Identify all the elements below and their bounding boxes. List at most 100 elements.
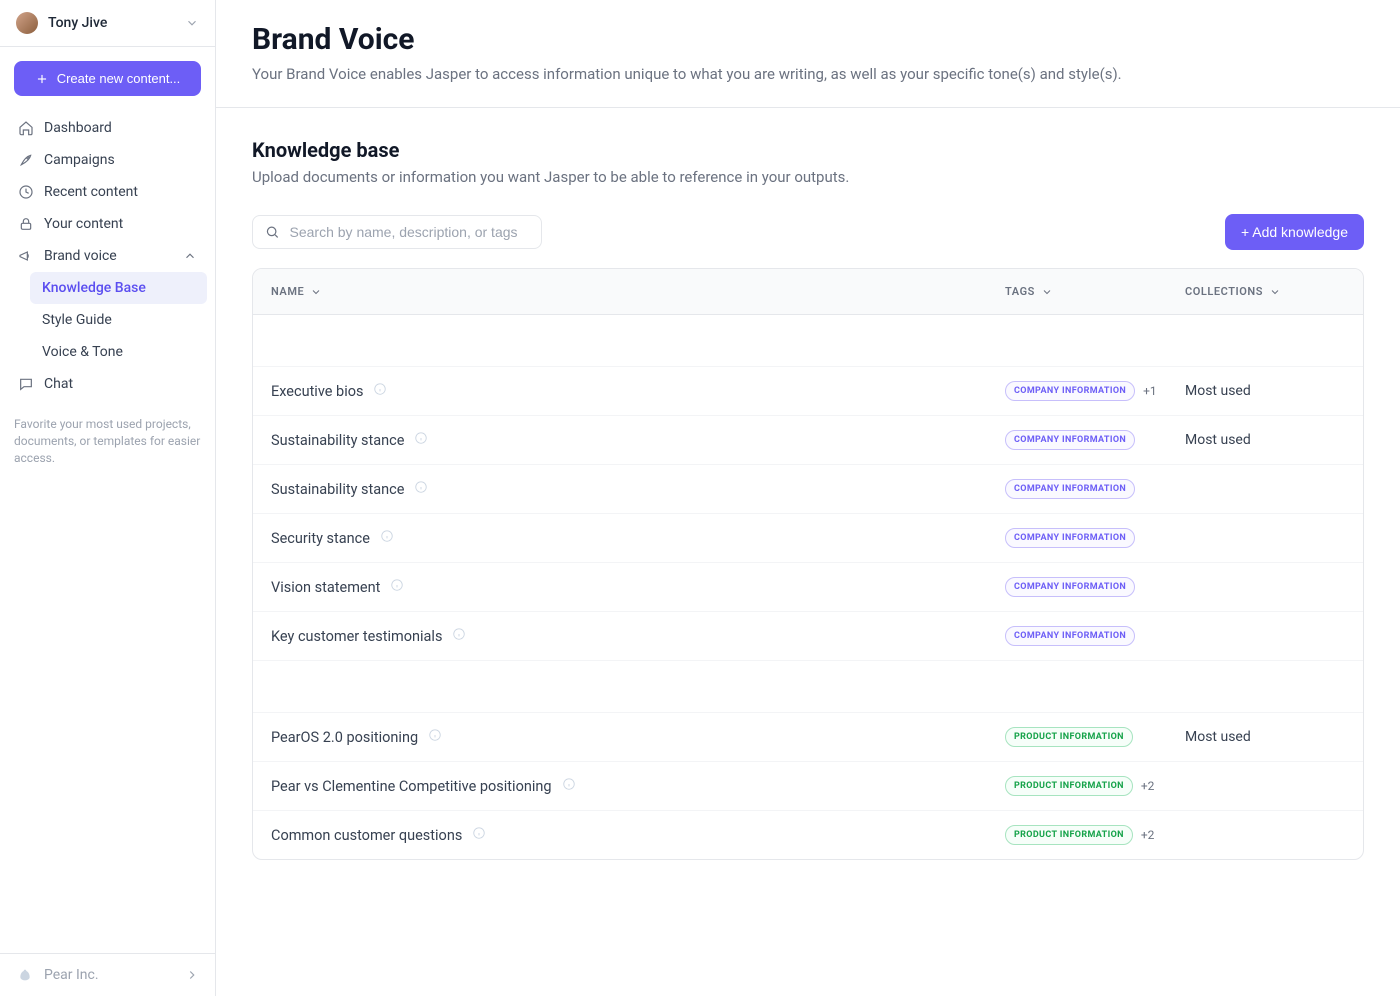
home-icon bbox=[18, 120, 34, 136]
nav-campaigns[interactable]: Campaigns bbox=[8, 144, 207, 176]
info-icon[interactable] bbox=[414, 431, 428, 449]
info-icon[interactable] bbox=[373, 382, 387, 400]
knowledge-item-name: Security stance bbox=[271, 530, 370, 547]
subnav-knowledge-base[interactable]: Knowledge Base bbox=[30, 272, 207, 304]
page-header: Brand Voice Your Brand Voice enables Jas… bbox=[216, 0, 1400, 108]
tag-pill[interactable]: COMPANY INFORMATION bbox=[1005, 381, 1135, 401]
subnav-voice-tone[interactable]: Voice & Tone bbox=[30, 336, 207, 368]
info-icon[interactable] bbox=[380, 529, 394, 547]
table-row[interactable]: Common customer questions PRODUCT INFORMA… bbox=[253, 811, 1363, 859]
user-menu[interactable]: Tony Jive bbox=[0, 0, 215, 47]
table-group-gap bbox=[253, 661, 1363, 713]
tag-overflow-count[interactable]: +2 bbox=[1141, 828, 1155, 842]
main-content: Brand Voice Your Brand Voice enables Jas… bbox=[216, 0, 1400, 996]
pear-icon bbox=[16, 966, 34, 984]
knowledge-item-name: Key customer testimonials bbox=[271, 628, 442, 645]
search-input[interactable] bbox=[290, 224, 529, 240]
megaphone-icon bbox=[18, 248, 34, 264]
create-content-button[interactable]: Create new content... bbox=[14, 61, 201, 96]
info-icon[interactable] bbox=[472, 826, 486, 844]
info-icon[interactable] bbox=[390, 578, 404, 596]
cell-name: Pear vs Clementine Competitive positioni… bbox=[271, 777, 1005, 795]
table-row[interactable]: Key customer testimonials COMPANY INFORMA… bbox=[253, 612, 1363, 661]
table-row[interactable]: Vision statement COMPANY INFORMATION bbox=[253, 563, 1363, 612]
add-knowledge-button[interactable]: + Add knowledge bbox=[1225, 214, 1364, 250]
chevron-up-icon bbox=[183, 249, 197, 263]
cell-tags: PRODUCT INFORMATION bbox=[1005, 727, 1185, 747]
primary-nav: Dashboard Campaigns Recent content Your … bbox=[0, 106, 215, 406]
cell-name: Vision statement bbox=[271, 578, 1005, 596]
knowledge-item-name: Common customer questions bbox=[271, 827, 462, 844]
clock-icon bbox=[18, 184, 34, 200]
search-box[interactable] bbox=[252, 215, 542, 249]
tag-pill[interactable]: COMPANY INFORMATION bbox=[1005, 626, 1135, 646]
cell-tags: COMPANY INFORMATION +1 bbox=[1005, 381, 1185, 401]
search-icon bbox=[265, 224, 280, 240]
org-switcher[interactable]: Pear Inc. bbox=[0, 953, 215, 996]
tag-pill[interactable]: COMPANY INFORMATION bbox=[1005, 430, 1135, 450]
tag-pill[interactable]: PRODUCT INFORMATION bbox=[1005, 776, 1133, 796]
cell-name: PearOS 2.0 positioning bbox=[271, 728, 1005, 746]
table-group-gap bbox=[253, 315, 1363, 367]
info-icon[interactable] bbox=[562, 777, 576, 795]
cell-collection: Most used bbox=[1185, 383, 1345, 399]
table-row[interactable]: Pear vs Clementine Competitive positioni… bbox=[253, 762, 1363, 811]
table-row[interactable]: Sustainability stance COMPANY INFORMATION… bbox=[253, 416, 1363, 465]
nav-recent[interactable]: Recent content bbox=[8, 176, 207, 208]
knowledge-item-name: Pear vs Clementine Competitive positioni… bbox=[271, 778, 552, 795]
table-row[interactable]: PearOS 2.0 positioning PRODUCT INFORMATIO… bbox=[253, 713, 1363, 762]
chevron-right-icon bbox=[185, 968, 199, 982]
nav-chat[interactable]: Chat bbox=[8, 368, 207, 400]
info-icon[interactable] bbox=[414, 480, 428, 498]
chevron-down-icon bbox=[185, 16, 199, 30]
tag-pill[interactable]: COMPANY INFORMATION bbox=[1005, 577, 1135, 597]
cell-tags: COMPANY INFORMATION bbox=[1005, 577, 1185, 597]
cell-name: Key customer testimonials bbox=[271, 627, 1005, 645]
knowledge-item-name: Sustainability stance bbox=[271, 432, 404, 449]
tag-pill[interactable]: PRODUCT INFORMATION bbox=[1005, 727, 1133, 747]
cell-name: Executive bios bbox=[271, 382, 1005, 400]
info-icon[interactable] bbox=[452, 627, 466, 645]
table-body: Executive bios COMPANY INFORMATION +1 Most … bbox=[253, 315, 1363, 859]
table-header: NAME TAGS COLLECTIONS bbox=[253, 269, 1363, 315]
subnav-style-guide[interactable]: Style Guide bbox=[30, 304, 207, 336]
table-row[interactable]: Sustainability stance COMPANY INFORMATION bbox=[253, 465, 1363, 514]
page-subtitle: Your Brand Voice enables Jasper to acces… bbox=[252, 65, 1364, 83]
chevron-down-icon bbox=[1041, 286, 1053, 298]
info-icon[interactable] bbox=[428, 728, 442, 746]
cell-tags: COMPANY INFORMATION bbox=[1005, 430, 1185, 450]
table-row[interactable]: Security stance COMPANY INFORMATION bbox=[253, 514, 1363, 563]
nav-brand-voice[interactable]: Brand voice bbox=[8, 240, 207, 272]
section-title: Knowledge base bbox=[252, 138, 1364, 162]
chevron-down-icon bbox=[1269, 286, 1281, 298]
cell-tags: PRODUCT INFORMATION +2 bbox=[1005, 776, 1185, 796]
knowledge-item-name: PearOS 2.0 positioning bbox=[271, 729, 418, 746]
tag-pill[interactable]: COMPANY INFORMATION bbox=[1005, 528, 1135, 548]
tag-pill[interactable]: COMPANY INFORMATION bbox=[1005, 479, 1135, 499]
knowledge-base-section: Knowledge base Upload documents or infor… bbox=[216, 108, 1400, 860]
nav-your-content[interactable]: Your content bbox=[8, 208, 207, 240]
tag-overflow-count[interactable]: +1 bbox=[1143, 384, 1157, 398]
cell-collection: Most used bbox=[1185, 432, 1345, 448]
brand-voice-subnav: Knowledge Base Style Guide Voice & Tone bbox=[8, 272, 207, 368]
cell-collection: Most used bbox=[1185, 729, 1345, 745]
plus-icon bbox=[35, 72, 49, 86]
column-header-tags[interactable]: TAGS bbox=[1005, 285, 1185, 298]
tag-overflow-count[interactable]: +2 bbox=[1141, 779, 1155, 793]
nav-dashboard[interactable]: Dashboard bbox=[8, 112, 207, 144]
column-header-collections[interactable]: COLLECTIONS bbox=[1185, 285, 1345, 298]
knowledge-item-name: Executive bios bbox=[271, 383, 363, 400]
knowledge-toolbar: + Add knowledge bbox=[252, 214, 1364, 250]
knowledge-item-name: Sustainability stance bbox=[271, 481, 404, 498]
sidebar: Tony Jive Create new content... Dashboar… bbox=[0, 0, 216, 996]
cell-name: Common customer questions bbox=[271, 826, 1005, 844]
lock-icon bbox=[18, 216, 34, 232]
favorites-hint: Favorite your most used projects, docume… bbox=[14, 416, 201, 466]
tag-pill[interactable]: PRODUCT INFORMATION bbox=[1005, 825, 1133, 845]
cell-name: Sustainability stance bbox=[271, 480, 1005, 498]
knowledge-item-name: Vision statement bbox=[271, 579, 380, 596]
column-header-name[interactable]: NAME bbox=[271, 285, 1005, 298]
table-row[interactable]: Executive bios COMPANY INFORMATION +1 Most … bbox=[253, 367, 1363, 416]
user-name: Tony Jive bbox=[48, 15, 175, 31]
cell-name: Security stance bbox=[271, 529, 1005, 547]
